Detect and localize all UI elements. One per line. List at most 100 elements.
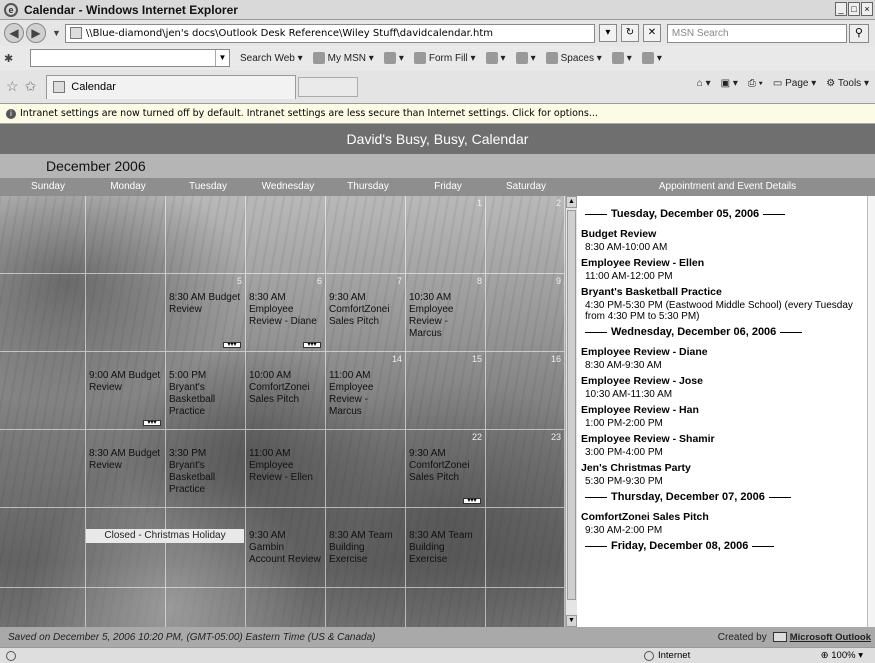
calendar-cell-day-4[interactable]: [86, 274, 166, 352]
calendar-cell-day-23[interactable]: 23: [486, 430, 565, 508]
calendar-cell-day-12[interactable]: 5:00 PM Bryant's Basketball Practice: [166, 352, 246, 430]
calendar-cell-day-2[interactable]: 2: [486, 196, 565, 274]
calendar-cell-day-1[interactable]: 1: [406, 196, 486, 274]
mail-button[interactable]: ▾: [515, 52, 536, 64]
more-events-icon[interactable]: ▾▾▾: [463, 498, 481, 504]
appointment-title[interactable]: Employee Review - Han: [581, 404, 871, 416]
calendar-cell-day-5[interactable]: 5 8:30 AM Budget Review ▾▾▾: [166, 274, 246, 352]
calendar-cell-day-27[interactable]: 9:30 AM Gambin Account Review: [246, 508, 326, 588]
calendar-cell-day-13[interactable]: 10:00 AM ComfortZonei Sales Pitch: [246, 352, 326, 430]
calendar-cell-day-11[interactable]: 9:00 AM Budget Review ▾▾▾: [86, 352, 166, 430]
page-scrollbar[interactable]: [867, 196, 875, 627]
favorites-star-icon[interactable]: ☆: [6, 78, 19, 95]
appointment-title[interactable]: Employee Review - Jose: [581, 375, 871, 387]
calendar-cell-day-8[interactable]: 8 10:30 AM Employee Review - Marcus: [406, 274, 486, 352]
url-field[interactable]: \\Blue-diamond\jen's docs\Outlook Desk R…: [64, 23, 595, 43]
stop-icon[interactable]: ✕: [642, 24, 661, 42]
details-scrollbar[interactable]: ▲ ▼: [565, 196, 577, 627]
calendar-event[interactable]: 9:30 AM ComfortZonei Sales Pitch: [409, 448, 482, 484]
calendar-cell-day-10[interactable]: [0, 352, 86, 430]
search-web-button[interactable]: Search Web ▾: [240, 53, 303, 64]
calendar-event[interactable]: 11:00 AM Employee Review - Ellen: [249, 448, 322, 484]
calendar-event[interactable]: 9:00 AM Budget Review: [89, 370, 162, 394]
feeds-icon[interactable]: ▣ ▾: [721, 78, 738, 89]
search-input[interactable]: MSN Search: [666, 23, 847, 43]
maximize-icon[interactable]: □: [848, 2, 860, 16]
calendar-event[interactable]: 8:30 AM Team Building Exercise: [409, 530, 482, 566]
close-icon[interactable]: ×: [861, 2, 873, 16]
appointment-title[interactable]: Employee Review - Ellen: [581, 257, 871, 269]
more-events-icon[interactable]: ▾▾▾: [223, 342, 241, 348]
add-favorites-icon[interactable]: ✩: [25, 78, 37, 95]
calendar-cell-day-18[interactable]: 8:30 AM Budget Review: [86, 430, 166, 508]
calendar-event[interactable]: 8:30 AM Team Building Exercise: [329, 530, 402, 566]
calendar-cell-day-14[interactable]: 14 11:00 AM Employee Review - Marcus: [326, 352, 406, 430]
calendar-event[interactable]: 9:30 AM Gambin Account Review: [249, 530, 322, 566]
scroll-down-icon[interactable]: ▼: [566, 615, 577, 627]
calendar-cell-day-28[interactable]: 8:30 AM Team Building Exercise: [326, 508, 406, 588]
calendar-event[interactable]: 10:00 AM ComfortZonei Sales Pitch: [249, 370, 322, 406]
home-icon[interactable]: ⌂ ▾: [697, 78, 711, 89]
url-dropdown-icon[interactable]: ▾: [598, 24, 617, 42]
calendar-cell-day-9[interactable]: 9: [486, 274, 565, 352]
rss-button[interactable]: ▾: [383, 52, 404, 64]
security-zone[interactable]: Internet: [644, 650, 690, 661]
calendar-cell-day-7[interactable]: 7 9:30 AM ComfortZonei Sales Pitch: [326, 274, 406, 352]
appointment-title[interactable]: Bryant's Basketball Practice: [581, 286, 871, 298]
msn-search-input[interactable]: ▼: [30, 49, 230, 67]
holiday-banner[interactable]: Closed - Christmas Holiday: [86, 529, 244, 543]
calendar-event[interactable]: 10:30 AM Employee Review - Marcus: [409, 292, 482, 340]
calendar-cell-day-24[interactable]: [0, 508, 86, 588]
more-events-icon[interactable]: ▾▾▾: [143, 420, 161, 426]
appointment-title[interactable]: Employee Review - Shamir: [581, 433, 871, 445]
forward-icon[interactable]: ▶: [26, 23, 46, 43]
form-fill-button[interactable]: Form Fill ▾: [413, 52, 476, 64]
calendar-event[interactable]: 11:00 AM Employee Review - Marcus: [329, 370, 402, 418]
chevron-down-icon[interactable]: ▼: [215, 50, 229, 66]
page-menu-button[interactable]: ▭ Page ▾: [773, 78, 816, 89]
help-button[interactable]: ▾: [641, 52, 662, 64]
calendar-event[interactable]: 5:00 PM Bryant's Basketball Practice: [169, 370, 242, 418]
calendar-cell-day-29[interactable]: 8:30 AM Team Building Exercise: [406, 508, 486, 588]
refresh-icon[interactable]: ↻: [620, 24, 639, 42]
calendar-cell-day-20[interactable]: 11:00 AM Employee Review - Ellen: [246, 430, 326, 508]
messenger-button[interactable]: ▾: [485, 52, 506, 64]
history-dropdown-icon[interactable]: ▼: [52, 28, 61, 38]
calendar-event[interactable]: 3:30 PM Bryant's Basketball Practice: [169, 448, 242, 496]
calendar-cell-day-17[interactable]: [0, 430, 86, 508]
tab-calendar[interactable]: Calendar: [46, 74, 297, 99]
print-icon[interactable]: ⎙ ▾: [748, 78, 763, 89]
checkbox-menu-button[interactable]: ▾: [611, 52, 632, 64]
calendar-cell-day-21[interactable]: [326, 430, 406, 508]
appointment-title[interactable]: Jen's Christmas Party: [581, 462, 871, 474]
spaces-button[interactable]: Spaces ▾: [545, 52, 602, 64]
my-msn-button[interactable]: My MSN ▾: [312, 52, 374, 64]
calendar-cell-day-3[interactable]: [0, 274, 86, 352]
calendar-event[interactable]: 8:30 AM Budget Review: [169, 292, 242, 316]
calendar-event[interactable]: 8:30 AM Budget Review: [89, 448, 162, 472]
minimize-icon[interactable]: _: [835, 2, 847, 16]
more-events-icon[interactable]: ▾▾▾: [303, 342, 321, 348]
calendar-cell-day-15[interactable]: 15: [406, 352, 486, 430]
calendar-cell-day-16[interactable]: 16: [486, 352, 565, 430]
outlook-link[interactable]: Microsoft Outlook: [790, 632, 871, 643]
zoom-level[interactable]: ⊕ 100% ▾: [821, 650, 863, 661]
appointment-title[interactable]: ComfortZonei Sales Pitch: [581, 511, 871, 523]
back-icon[interactable]: ◀: [4, 23, 24, 43]
scroll-thumb[interactable]: [567, 210, 576, 600]
calendar-cell-day-25[interactable]: [86, 508, 166, 588]
appointment-title[interactable]: Budget Review: [581, 228, 871, 240]
tools-menu-button[interactable]: ⚙ Tools ▾: [826, 78, 869, 89]
calendar-cell-day-30[interactable]: [486, 508, 565, 588]
scroll-up-icon[interactable]: ▲: [566, 196, 577, 208]
calendar-cell-day-31[interactable]: [0, 588, 86, 627]
calendar-cell-day-26[interactable]: [166, 508, 246, 588]
search-icon[interactable]: ⚲: [848, 23, 869, 43]
calendar-event[interactable]: 9:30 AM ComfortZonei Sales Pitch: [329, 292, 402, 328]
information-bar[interactable]: i Intranet settings are now turned off b…: [0, 104, 875, 124]
calendar-cell-day-22[interactable]: 22 9:30 AM ComfortZonei Sales Pitch ▾▾▾: [406, 430, 486, 508]
calendar-cell-day-6[interactable]: 6 8:30 AM Employee Review - Diane ▾▾▾: [246, 274, 326, 352]
new-tab-button[interactable]: [298, 76, 359, 97]
appointment-title[interactable]: Employee Review - Diane: [581, 346, 871, 358]
calendar-cell-day-19[interactable]: 3:30 PM Bryant's Basketball Practice: [166, 430, 246, 508]
